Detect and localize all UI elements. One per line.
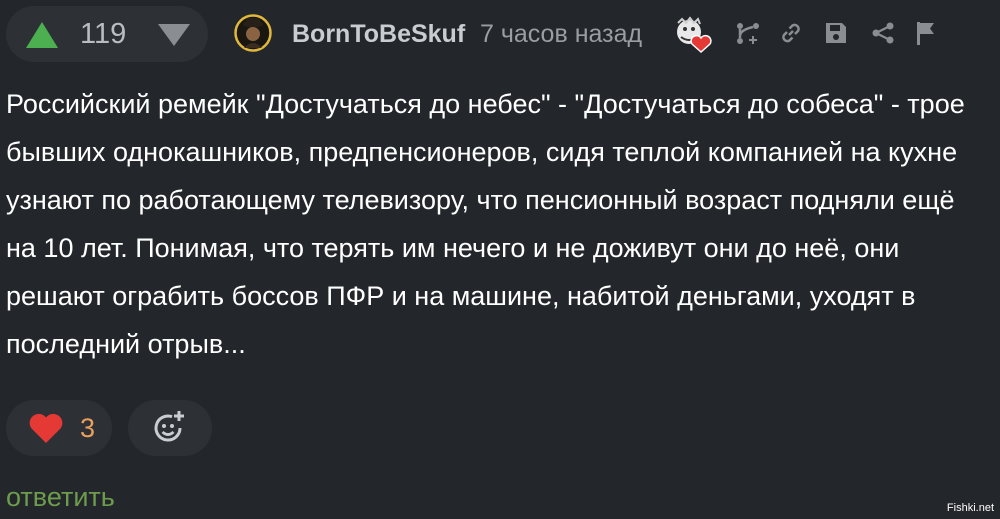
like-count: 3	[80, 413, 96, 443]
comment-header: 119 BornToBeSkuf 7 часов назад	[6, 6, 996, 62]
rating-value: 119	[80, 18, 127, 50]
add-reaction-icon	[154, 411, 184, 442]
add-reaction-button[interactable]	[128, 400, 212, 456]
like-button[interactable]: 3	[6, 400, 112, 456]
author-username[interactable]: BornToBeSkuf	[292, 20, 465, 48]
save-icon[interactable]	[821, 18, 851, 48]
link-icon[interactable]	[776, 18, 806, 48]
branch-icon[interactable]	[733, 18, 763, 48]
vote-up-button[interactable]	[24, 20, 60, 50]
heart-icon	[29, 413, 63, 443]
comment-timestamp: 7 часов назад	[480, 20, 643, 48]
reply-link[interactable]: ответить	[6, 481, 115, 513]
award-heart-icon[interactable]	[672, 15, 712, 55]
comment-text: Российский ремейк "Достучаться до небес"…	[6, 89, 965, 359]
triangle-down-icon	[158, 24, 190, 46]
rating-widget: 119	[6, 6, 208, 62]
user-avatar[interactable]	[234, 14, 272, 52]
flag-icon[interactable]	[911, 18, 941, 48]
share-icon[interactable]	[868, 18, 898, 48]
triangle-up-icon	[26, 22, 58, 48]
vote-down-button[interactable]	[156, 22, 192, 48]
watermark: Fishki.net	[946, 502, 994, 514]
